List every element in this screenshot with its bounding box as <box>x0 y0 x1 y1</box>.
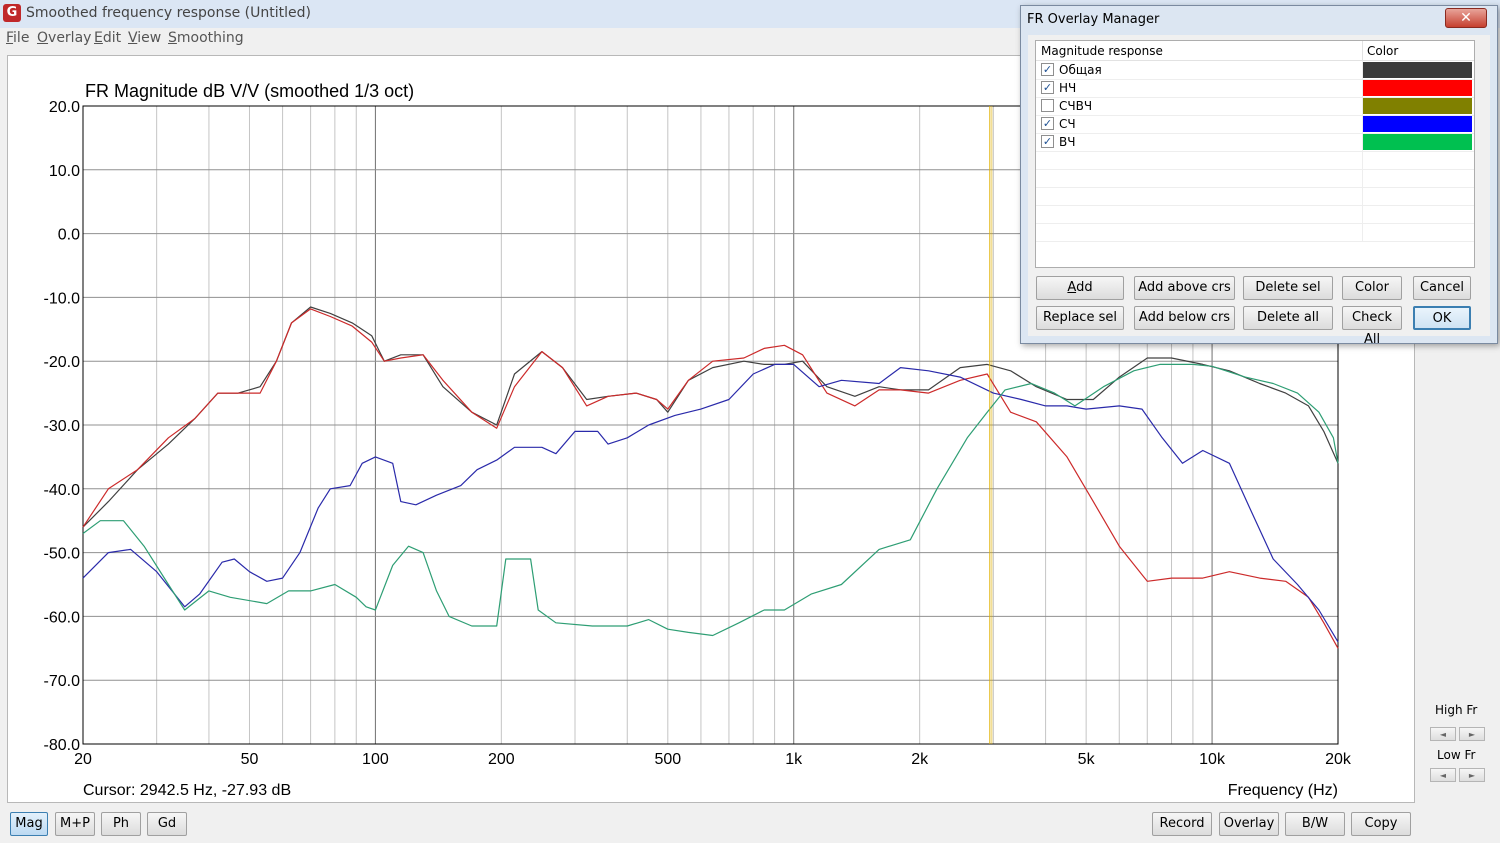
overlay-color-swatch[interactable] <box>1363 62 1472 78</box>
record-button[interactable]: Record <box>1152 812 1212 836</box>
menu-view[interactable]: View <box>128 30 161 46</box>
x-axis-label: Frequency (Hz) <box>1228 782 1338 799</box>
overlay-row[interactable]: ✓ СЧ <box>1036 115 1474 134</box>
x-tick-label: 50 <box>241 751 259 768</box>
dialog-body: Magnitude response Color ✓ Общая ✓ НЧ СЧВЧ ✓ С… <box>1028 35 1490 347</box>
overlay-color-swatch[interactable] <box>1363 80 1472 96</box>
overlay-checkbox[interactable]: ✓ <box>1041 117 1054 130</box>
menu-file[interactable]: File <box>6 30 29 46</box>
y-tick-label: -30.0 <box>44 418 81 435</box>
high-freq-increase-button[interactable]: ► <box>1459 727 1485 741</box>
replace-selected-button[interactable]: Replace sel <box>1036 306 1124 330</box>
overlay-name: НЧ <box>1059 81 1077 95</box>
overlay-name: ВЧ <box>1059 135 1076 149</box>
overlay-row[interactable]: СЧВЧ <box>1036 97 1474 116</box>
menu-smoothing[interactable]: Smoothing <box>168 30 244 46</box>
window-title: Smoothed frequency response (Untitled) <box>26 5 311 21</box>
overlay-list[interactable]: Magnitude response Color ✓ Общая ✓ НЧ СЧВЧ ✓ С… <box>1035 40 1475 268</box>
overlay-row-empty <box>1036 223 1474 242</box>
add-button[interactable]: Add <box>1036 276 1124 300</box>
bottom-toolbar: Mag M+P Ph Gd Record Overlay B/W Copy <box>0 806 1500 843</box>
menu-edit[interactable]: Edit <box>94 30 121 46</box>
dialog-title: FR Overlay Manager <box>1027 12 1160 27</box>
bw-button[interactable]: B/W <box>1285 812 1345 836</box>
add-above-cursor-button[interactable]: Add above crs <box>1134 276 1235 300</box>
y-tick-label: 20.0 <box>49 99 80 116</box>
x-tick-label: 1k <box>785 751 803 768</box>
x-tick-label: 200 <box>488 751 515 768</box>
overlay-row-empty <box>1036 169 1474 188</box>
overlay-checkbox[interactable]: ✓ <box>1041 135 1054 148</box>
overlay-row[interactable]: ✓ Общая <box>1036 61 1474 80</box>
column-header-color[interactable]: Color <box>1367 44 1398 58</box>
series-line <box>82 363 1339 643</box>
y-tick-label: 0.0 <box>58 227 80 244</box>
y-tick-label: -70.0 <box>44 673 81 690</box>
overlay-row[interactable]: ✓ ВЧ <box>1036 133 1474 152</box>
cancel-button[interactable]: Cancel <box>1413 276 1471 300</box>
group-delay-button[interactable]: Gd <box>147 812 187 836</box>
low-freq-label: Low Fr <box>1437 748 1476 762</box>
high-freq-decrease-button[interactable]: ◄ <box>1430 727 1456 741</box>
overlay-button[interactable]: Overlay <box>1219 812 1279 836</box>
delete-all-button[interactable]: Delete all <box>1243 306 1333 330</box>
high-freq-label: High Fr <box>1435 703 1478 717</box>
overlay-row-empty <box>1036 205 1474 224</box>
overlay-color-swatch[interactable] <box>1363 116 1472 132</box>
overlay-row-empty <box>1036 187 1474 206</box>
overlay-checkbox[interactable]: ✓ <box>1041 81 1054 94</box>
series-line <box>82 363 1339 637</box>
cursor-readout: Cursor: 2942.5 Hz, -27.93 dB <box>83 782 291 799</box>
overlay-name: Общая <box>1059 63 1102 77</box>
x-tick-label: 10k <box>1199 751 1226 768</box>
series-line <box>82 308 1339 649</box>
overlay-checkbox[interactable] <box>1041 99 1054 112</box>
y-tick-label: -20.0 <box>44 354 81 371</box>
chart-title: FR Magnitude dB V/V (smoothed 1/3 oct) <box>85 81 414 101</box>
overlay-color-swatch[interactable] <box>1363 134 1472 150</box>
mag-phase-button[interactable]: M+P <box>55 812 95 836</box>
chart-series <box>82 306 1339 649</box>
check-all-button[interactable]: Check All <box>1342 306 1402 347</box>
y-tick-label: 10.0 <box>49 163 80 180</box>
y-tick-label: -60.0 <box>44 609 81 626</box>
x-tick-label: 100 <box>362 751 389 768</box>
overlay-row[interactable]: ✓ НЧ <box>1036 79 1474 98</box>
y-tick-label: -10.0 <box>44 290 81 307</box>
overlay-row-empty <box>1036 151 1474 170</box>
close-icon[interactable]: ✕ <box>1445 8 1487 28</box>
overlay-name: СЧ <box>1059 117 1076 131</box>
x-tick-label: 20k <box>1325 751 1352 768</box>
x-tick-label: 20 <box>74 751 92 768</box>
low-freq-decrease-button[interactable]: ◄ <box>1430 768 1456 782</box>
add-below-cursor-button[interactable]: Add below crs <box>1134 306 1235 330</box>
column-header-name[interactable]: Magnitude response <box>1041 44 1163 58</box>
y-tick-label: -50.0 <box>44 546 81 563</box>
low-freq-increase-button[interactable]: ► <box>1459 768 1485 782</box>
copy-button[interactable]: Copy <box>1351 812 1411 836</box>
overlay-checkbox[interactable]: ✓ <box>1041 63 1054 76</box>
delete-selected-button[interactable]: Delete sel <box>1243 276 1333 300</box>
color-button[interactable]: Color <box>1342 276 1402 300</box>
list-header: Magnitude response Color <box>1036 41 1474 61</box>
phase-button[interactable]: Ph <box>101 812 141 836</box>
overlay-color-swatch[interactable] <box>1363 98 1472 114</box>
app-logo-icon: G <box>3 4 21 22</box>
mag-button[interactable]: Mag <box>10 812 48 836</box>
menu-overlay[interactable]: Overlay <box>37 30 91 46</box>
ok-button[interactable]: OK <box>1413 306 1471 330</box>
x-tick-label: 2k <box>911 751 929 768</box>
overlay-manager-dialog: FR Overlay Manager ✕ Magnitude response … <box>1020 5 1498 347</box>
y-tick-label: -40.0 <box>44 482 81 499</box>
overlay-name: СЧВЧ <box>1059 99 1093 113</box>
x-tick-label: 5k <box>1078 751 1096 768</box>
x-tick-label: 500 <box>654 751 681 768</box>
